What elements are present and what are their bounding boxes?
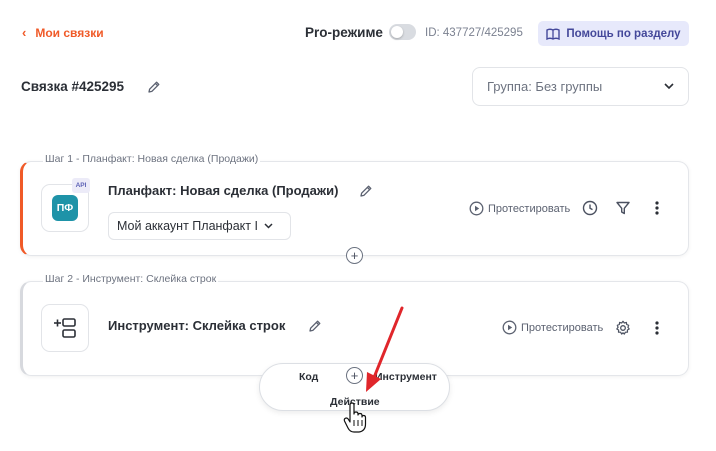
api-badge: API bbox=[72, 178, 90, 193]
edit-step-2-pencil-icon[interactable] bbox=[307, 318, 323, 334]
step-1-name: Планфакт: Новая сделка (Продажи) bbox=[108, 183, 339, 198]
chevron-left-icon: ‹ bbox=[22, 25, 27, 40]
bundle-title: Связка #425295 bbox=[21, 79, 125, 94]
group-select[interactable]: Группа: Без группы bbox=[472, 67, 689, 106]
filter-icon bbox=[616, 201, 630, 215]
hand-pointer-cursor-icon bbox=[343, 402, 367, 433]
annotation-arrow-icon bbox=[366, 306, 404, 392]
play-circle-icon bbox=[502, 320, 517, 335]
step-1-filter-button[interactable] bbox=[614, 199, 632, 217]
toggle-knob bbox=[390, 26, 403, 38]
add-step-between-button[interactable]: + bbox=[346, 247, 363, 264]
account-select-value: Мой аккаунт Планфакт I bbox=[117, 219, 258, 233]
play-circle-icon bbox=[469, 201, 484, 216]
more-vertical-icon bbox=[655, 201, 659, 215]
step-1-schedule-button[interactable] bbox=[581, 199, 599, 217]
step-1-more-button[interactable] bbox=[648, 199, 666, 217]
pro-mode-toggle[interactable] bbox=[388, 24, 416, 40]
chevron-down-icon bbox=[264, 223, 273, 229]
step-2-more-button[interactable] bbox=[648, 319, 666, 337]
planfact-logo-icon: ПФ bbox=[52, 195, 78, 221]
edit-step-1-pencil-icon[interactable] bbox=[358, 183, 374, 199]
pro-mode-label: Pro-режиме bbox=[305, 24, 383, 40]
merge-rows-icon bbox=[54, 318, 76, 338]
edit-title-pencil-icon[interactable] bbox=[146, 79, 162, 95]
bundle-id: ID: 437727/425295 bbox=[425, 27, 523, 39]
popup-item-code[interactable]: Код bbox=[299, 371, 318, 383]
help-button[interactable]: Помощь по разделу bbox=[538, 21, 689, 46]
back-link[interactable]: ‹ Мои связки bbox=[22, 25, 104, 40]
group-select-value: Группа: Без группы bbox=[487, 79, 603, 94]
step-1-test-label: Протестировать bbox=[488, 202, 571, 215]
gear-icon bbox=[616, 320, 630, 335]
clock-icon bbox=[582, 200, 598, 216]
account-select[interactable]: Мой аккаунт Планфакт I bbox=[108, 212, 291, 240]
pro-mode-control: Pro-режиме bbox=[305, 24, 416, 40]
chevron-down-icon bbox=[664, 83, 674, 90]
tool-app-icon bbox=[41, 304, 89, 352]
step-2-settings-button[interactable] bbox=[614, 319, 632, 337]
help-button-label: Помощь по разделу bbox=[566, 27, 681, 40]
step-2-test-button[interactable]: Протестировать bbox=[502, 320, 603, 335]
book-icon bbox=[546, 28, 561, 40]
step-2-test-label: Протестировать bbox=[521, 321, 604, 334]
back-link-label: Мои связки bbox=[35, 25, 104, 40]
step-2-label: Шаг 2 - Инструмент: Склейка строк bbox=[43, 273, 219, 285]
more-vertical-icon bbox=[655, 321, 659, 335]
plus-icon: + bbox=[350, 248, 359, 263]
step-2-name: Инструмент: Склейка строк bbox=[108, 318, 286, 333]
step-1-label: Шаг 1 - Планфакт: Новая сделка (Продажи) bbox=[43, 153, 261, 165]
step-1-test-button[interactable]: Протестировать bbox=[469, 201, 570, 216]
